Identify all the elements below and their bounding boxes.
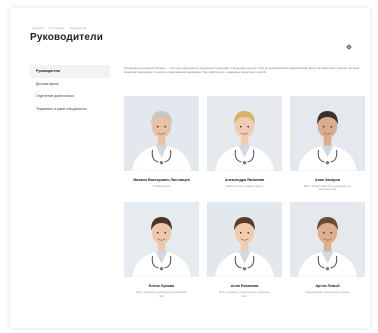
doctor-photo	[124, 202, 199, 278]
breadcrumb-item-current: Руководство	[69, 26, 87, 30]
intro-text: Руководители нашей клиники — это опытные…	[124, 66, 359, 75]
doctor-card[interactable]: Артем Левый Заведующий отделением терапи…	[290, 202, 365, 298]
doctor-card[interactable]: Александра Яковлева Заместитель главного…	[207, 96, 282, 192]
doctor-role: Главный врач	[152, 183, 171, 188]
doctor-photo	[290, 202, 365, 278]
sidebar-nav: Руководители Детские врачи Отделение диа…	[30, 65, 110, 115]
sidebar-item-leaders[interactable]: Руководители	[30, 65, 110, 78]
sidebar-item-therapists[interactable]: Терапевты и узкие специалисты	[30, 103, 110, 116]
doctor-name: Алан Захаров	[315, 178, 340, 182]
doctor-portrait	[207, 202, 282, 278]
doctor-photo	[290, 96, 365, 171]
doctor-name: Елена Орлова	[148, 284, 175, 289]
sidebar-item-pediatricians[interactable]: Детские врачи	[30, 78, 110, 91]
doctor-portrait	[290, 202, 365, 278]
doctor-role: Врач терапевт, руководитель филиала №2	[136, 289, 187, 298]
doctor-role: Врач терапевт, руководитель филиала №3	[219, 289, 270, 298]
doctor-name: Александра Яковлева	[224, 178, 265, 182]
breadcrumb: Главная Об клинике Руководство	[32, 26, 87, 30]
doctor-card[interactable]: Алла Романова Врач терапевт, руководител…	[207, 202, 282, 298]
doctor-portrait	[124, 202, 199, 278]
doctor-photo	[207, 96, 282, 171]
sidebar-item-diagnostics[interactable]: Отделение диагностики	[30, 90, 110, 103]
doctor-role: Заведующий отделением терапии	[305, 289, 350, 294]
doctor-name: Артем Левый	[315, 284, 340, 289]
page-frame: Главная Об клинике Руководство Руководит…	[10, 8, 370, 328]
doctor-card[interactable]: Михаил Викторович Листовцев Главный врач	[124, 96, 199, 192]
doctor-portrait	[207, 96, 282, 171]
doctor-role: Заместитель главного врача	[225, 183, 264, 188]
doctor-card[interactable]: Елена Орлова Врач терапевт, руководитель…	[124, 202, 199, 298]
doctor-portrait	[124, 96, 199, 171]
doctor-role: Врач общей практики, руководитель филиал…	[303, 183, 352, 192]
doctor-name: Алла Романова	[230, 284, 259, 289]
doctor-photo	[207, 202, 282, 278]
breadcrumb-item-clinic[interactable]: Об клинике	[48, 26, 64, 30]
doctor-name: Михаил Викторович Листовцев	[133, 178, 190, 182]
doctor-photo	[124, 96, 199, 171]
doctor-portrait	[290, 96, 365, 171]
breadcrumb-item-home[interactable]: Главная	[32, 26, 43, 30]
gear-icon[interactable]	[346, 37, 352, 50]
page-title: Руководители	[30, 32, 104, 43]
doctor-card[interactable]: Алан Захаров Врач общей практики, руково…	[290, 96, 365, 192]
doctors-grid: Михаил Викторович Листовцев Главный врач…	[124, 96, 366, 298]
